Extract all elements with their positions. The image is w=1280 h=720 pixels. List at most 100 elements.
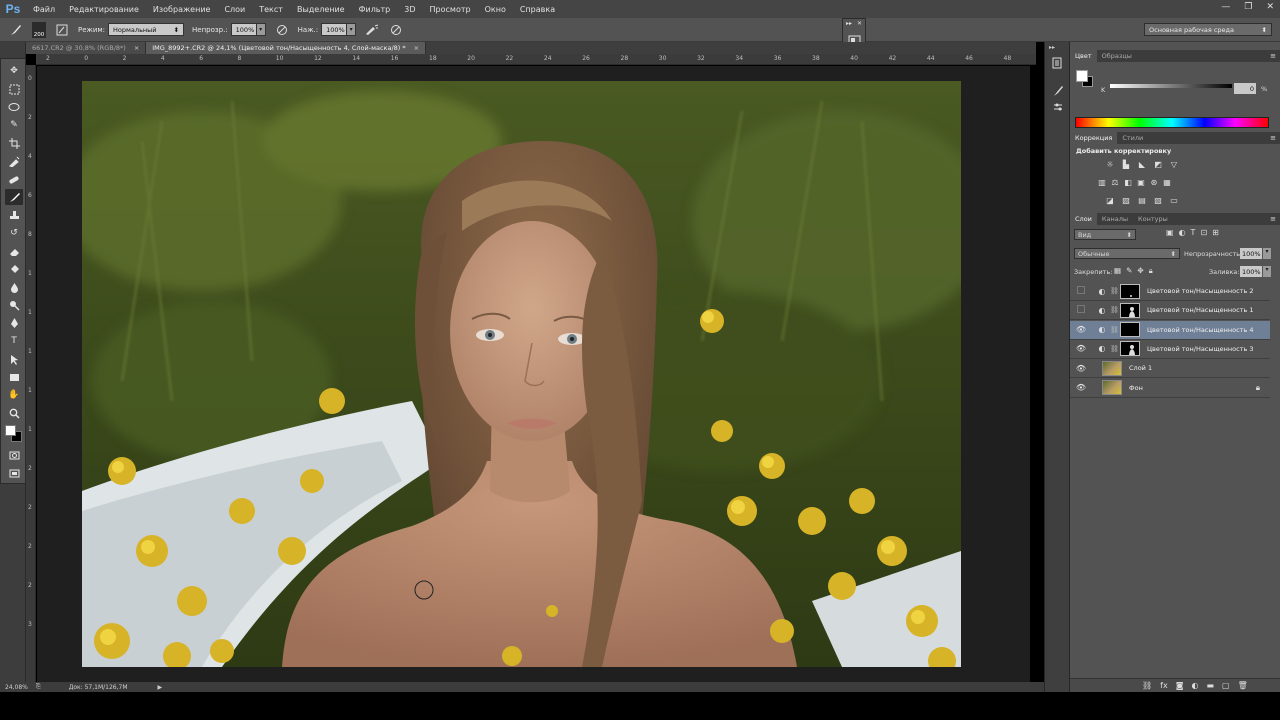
menu-item-3[interactable]: Слои xyxy=(217,5,252,14)
filter-pixel-icon[interactable]: ▣ xyxy=(1166,228,1174,237)
menu-item-10[interactable]: Справка xyxy=(513,5,562,14)
visibility-eye-icon[interactable]: 👁︎ xyxy=(1074,364,1088,373)
pressure-opacity-icon[interactable] xyxy=(274,22,290,38)
path-selection-tool-icon[interactable] xyxy=(5,351,23,367)
new-group-icon[interactable]: ▬ xyxy=(1206,681,1214,690)
vibrance-icon[interactable]: ▽ xyxy=(1168,159,1180,170)
move-tool-icon[interactable]: ✥ xyxy=(5,63,23,79)
layer-row[interactable]: 👁︎ Фон 🔒︎ xyxy=(1070,378,1270,398)
layer-mask-thumbnail[interactable] xyxy=(1120,302,1140,318)
visibility-eye-icon[interactable] xyxy=(1074,286,1088,296)
panel-menu-icon[interactable]: ≡ xyxy=(1270,134,1276,142)
visibility-eye-icon[interactable]: 👁︎ xyxy=(1074,383,1088,392)
quick-selection-tool-icon[interactable]: ✎ xyxy=(5,117,23,133)
tab-styles[interactable]: Стили xyxy=(1117,132,1148,144)
pressure-size-icon[interactable] xyxy=(388,22,404,38)
document-tab[interactable]: 6617.CR2 @ 30,8% (RGB/8*) × xyxy=(26,42,147,54)
photo-canvas[interactable] xyxy=(82,81,961,667)
link-layers-icon[interactable]: ⛓ xyxy=(1142,681,1152,690)
gradient-map-icon[interactable]: ▭ xyxy=(1168,195,1180,206)
history-panel-icon[interactable] xyxy=(1049,56,1067,70)
collapse-icon[interactable]: ▸▸ xyxy=(846,20,852,27)
menu-item-6[interactable]: Фильтр xyxy=(352,5,398,14)
exposure-icon[interactable]: ◩ xyxy=(1152,159,1164,170)
bw-icon[interactable]: ◧ xyxy=(1122,177,1134,188)
menu-item-7[interactable]: 3D xyxy=(397,5,422,14)
healing-brush-tool-icon[interactable] xyxy=(5,171,23,187)
visibility-eye-icon[interactable]: 👁︎ xyxy=(1074,344,1088,353)
blur-tool-icon[interactable] xyxy=(5,279,23,295)
lasso-tool-icon[interactable] xyxy=(5,99,23,115)
color-spectrum[interactable] xyxy=(1075,117,1269,128)
crop-tool-icon[interactable] xyxy=(5,135,23,151)
menu-item-8[interactable]: Просмотр xyxy=(423,5,478,14)
close-icon[interactable]: ✕ xyxy=(857,20,862,27)
layer-row[interactable]: 👁︎ Слой 1 xyxy=(1070,359,1270,379)
dodge-tool-icon[interactable] xyxy=(5,297,23,313)
quick-mask-icon[interactable] xyxy=(5,447,23,463)
menu-item-9[interactable]: Окно xyxy=(478,5,513,14)
layer-thumbnail[interactable] xyxy=(1102,380,1122,395)
canvas-area[interactable] xyxy=(37,66,1030,682)
mask-link-icon[interactable]: ⛓ xyxy=(1110,326,1119,334)
invert-icon[interactable]: ◪ xyxy=(1104,195,1116,206)
add-mask-icon[interactable]: ◙ xyxy=(1176,681,1184,690)
brightness-icon[interactable]: ☼ xyxy=(1104,159,1116,170)
layer-row[interactable]: 👁︎ ◐ ⛓ Цветовой тон/Насыщенность 3 xyxy=(1070,339,1270,359)
flow-dropdown-icon[interactable]: ▾ xyxy=(347,23,357,36)
layer-row[interactable]: ◐ ⛓ Цветовой тон/Насыщенность 2 xyxy=(1070,282,1270,301)
dock-collapse-icon[interactable]: ▸▸ xyxy=(1049,44,1055,51)
tab-adjustments[interactable]: Коррекция xyxy=(1070,132,1118,144)
color-balance-icon[interactable]: ⚖ xyxy=(1109,177,1121,188)
type-tool-icon[interactable]: T xyxy=(5,333,23,349)
layer-filter-select[interactable]: Вид ⬍ xyxy=(1074,229,1136,240)
tab-layers[interactable]: Слои xyxy=(1070,213,1097,225)
posterize-icon[interactable]: ▨ xyxy=(1120,195,1132,206)
brush-panel-toggle-icon[interactable] xyxy=(54,22,70,38)
clone-stamp-tool-icon[interactable] xyxy=(5,207,23,223)
opacity-dropdown-icon[interactable]: ▾ xyxy=(256,23,266,36)
clone-source-icon[interactable] xyxy=(1049,100,1067,114)
layer-opacity-dropdown-icon[interactable]: ▾ xyxy=(1263,248,1271,259)
flow-input[interactable]: 100% xyxy=(321,23,348,36)
fill-dropdown-icon[interactable]: ▾ xyxy=(1263,266,1271,277)
layer-row[interactable]: ◐ ⛓ Цветовой тон/Насыщенность 1 xyxy=(1070,301,1270,321)
k-slider[interactable] xyxy=(1110,84,1232,88)
threshold-icon[interactable]: ▤ xyxy=(1136,195,1148,206)
paint-bucket-tool-icon[interactable] xyxy=(5,261,23,277)
mask-link-icon[interactable]: ⛓ xyxy=(1110,306,1119,314)
k-value-input[interactable]: 0 xyxy=(1234,83,1256,94)
layer-mask-thumbnail[interactable] xyxy=(1120,341,1140,357)
filter-type-icon[interactable]: T xyxy=(1191,228,1196,237)
color-swatches-panel[interactable] xyxy=(1076,70,1094,88)
mask-link-icon[interactable]: ⛓ xyxy=(1110,287,1119,295)
layer-thumbnail[interactable] xyxy=(1102,360,1122,376)
close-icon[interactable]: × xyxy=(134,44,139,52)
menu-item-5[interactable]: Выделение xyxy=(290,5,352,14)
brush-preset-picker[interactable]: 200 xyxy=(32,21,46,38)
panel-menu-icon[interactable]: ≡ xyxy=(1270,52,1276,60)
pen-tool-icon[interactable] xyxy=(5,315,23,331)
zoom-level[interactable]: 24,08% xyxy=(5,684,28,691)
zoom-tool-icon[interactable] xyxy=(5,405,23,421)
foreground-color-swatch[interactable] xyxy=(5,425,16,436)
lock-all-icon[interactable]: 🔒︎ xyxy=(1149,266,1153,276)
layer-opacity-input[interactable]: 100% xyxy=(1240,248,1262,259)
layer-row[interactable]: 👁︎ ◐ ⛓ Цветовой тон/Насыщенность 4 xyxy=(1070,320,1270,340)
delete-layer-icon[interactable]: 🗑︎ xyxy=(1238,681,1248,690)
lock-pixels-icon[interactable]: ✎ xyxy=(1126,266,1132,276)
visibility-eye-icon[interactable] xyxy=(1074,305,1088,315)
filter-smart-icon[interactable]: ⊞ xyxy=(1212,228,1219,237)
photo-filter-icon[interactable]: ▣ xyxy=(1135,177,1147,188)
selective-color-icon[interactable]: ▧ xyxy=(1152,195,1164,206)
tab-channels[interactable]: Каналы xyxy=(1097,213,1133,225)
brush-tool-icon[interactable] xyxy=(8,22,24,38)
lock-transparency-icon[interactable]: ▦ xyxy=(1114,266,1121,276)
hand-tool-icon[interactable]: ✋ xyxy=(5,387,23,403)
visibility-eye-icon[interactable]: 👁︎ xyxy=(1074,325,1088,334)
airbrush-icon[interactable] xyxy=(364,22,380,38)
color-swatches[interactable] xyxy=(5,425,23,442)
levels-icon[interactable]: ▙ xyxy=(1120,159,1132,170)
workspace-select[interactable]: Основная рабочая среда ⬍ xyxy=(1144,23,1272,36)
brush-tool-icon[interactable] xyxy=(5,189,23,205)
